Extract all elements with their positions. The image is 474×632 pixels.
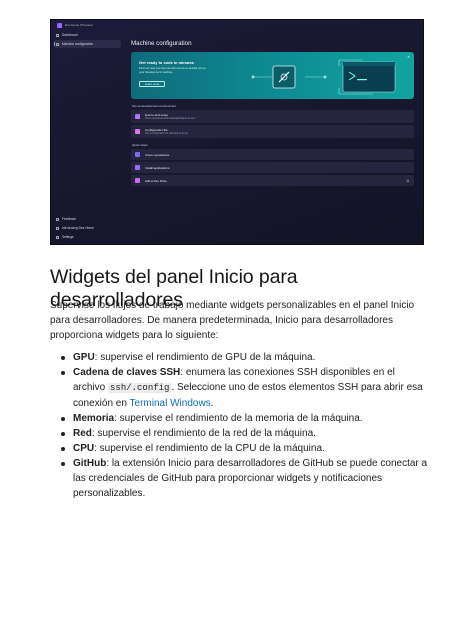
item-text: : supervise el rendimiento de la memoria… bbox=[114, 413, 363, 424]
item-term: CPU bbox=[73, 443, 95, 454]
app-title: Dev Home (Preview) bbox=[65, 23, 93, 27]
item-term: GPU bbox=[73, 352, 95, 363]
item-text: . bbox=[210, 398, 214, 409]
install-applications-row[interactable]: Install applications bbox=[131, 162, 414, 173]
list-item: Memoria: supervise el rendimiento de la … bbox=[50, 411, 428, 426]
item-term: Red bbox=[73, 428, 92, 439]
banner-illustration bbox=[251, 59, 396, 95]
list-item: CPU: supervise el rendimiento de la CPU … bbox=[50, 441, 428, 456]
clone-repositories-row[interactable]: Clone repositories bbox=[131, 149, 414, 160]
sidebar-item-label: Feedback bbox=[62, 217, 76, 221]
setup-section-label: Set up development environment bbox=[132, 104, 177, 108]
install-icon bbox=[135, 165, 140, 170]
row-title: Clone repositories bbox=[145, 152, 170, 157]
row-subtitle: Clone repositories and install applicati… bbox=[145, 117, 196, 120]
sidebar-item-settings[interactable]: Settings bbox=[54, 233, 121, 241]
row-title: Add a Dev Drive bbox=[145, 178, 167, 183]
app-icon bbox=[57, 22, 62, 28]
list-item: GPU: supervise el rendimiento de GPU de … bbox=[50, 350, 428, 365]
row-title: Configuration file bbox=[145, 128, 168, 133]
sidebar-item-label: Machine configuration bbox=[62, 42, 94, 46]
list-item: Cadena de claves SSH: enumera las conexi… bbox=[50, 365, 428, 411]
dev-home-screenshot: Dev Home (Preview) Dashboard Machine con… bbox=[50, 19, 424, 245]
sidebar-item-introducing[interactable]: Introducing Dev Home bbox=[54, 224, 121, 232]
item-term: Cadena de claves SSH bbox=[73, 367, 181, 378]
learn-more-button[interactable]: Learn more bbox=[139, 81, 166, 87]
sidebar-item-label: Introducing Dev Home bbox=[62, 226, 94, 230]
item-text: : supervise el rendimiento de GPU de la … bbox=[94, 352, 316, 363]
sidebar-item-label: Dashboard bbox=[62, 33, 78, 37]
get-started-banner: Get ready to code in minutes Find out ho… bbox=[131, 52, 414, 99]
machine-config-icon bbox=[56, 42, 59, 46]
item-term: Memoria bbox=[73, 413, 115, 424]
sidebar-item-feedback[interactable]: Feedback bbox=[54, 215, 121, 223]
banner-title: Get ready to code in minutes bbox=[139, 60, 194, 65]
page-title: Machine configuration bbox=[131, 40, 192, 47]
intro-paragraph: Supervise los flujos de trabajo mediante… bbox=[50, 300, 415, 341]
item-text: : la extensión Inicio para desarrollador… bbox=[73, 458, 428, 499]
banner-description: Find out how you can use Dev Home to qui… bbox=[139, 66, 206, 74]
main-content: Machine configuration Get ready to code … bbox=[131, 40, 414, 244]
row-title: Install applications bbox=[145, 165, 170, 170]
list-item: Red: supervise el rendimiento de la red … bbox=[50, 426, 428, 441]
configuration-file-row[interactable]: Configuration file Use a configuration f… bbox=[131, 125, 414, 138]
sidebar-item-machine-configuration[interactable]: Machine configuration bbox=[54, 40, 121, 48]
quick-steps-label: Quick steps bbox=[132, 143, 148, 147]
row-title: End-to-end setup bbox=[145, 113, 169, 118]
end-to-end-setup-row[interactable]: End-to-end setup Clone repositories and … bbox=[131, 110, 414, 123]
terminal-windows-link[interactable]: Terminal Windows bbox=[130, 398, 211, 409]
item-term: GitHub bbox=[73, 458, 107, 469]
dashboard-icon bbox=[56, 33, 59, 37]
info-icon bbox=[56, 226, 59, 230]
dev-drive-icon bbox=[135, 178, 140, 183]
sidebar-item-label: Settings bbox=[62, 235, 74, 239]
row-subtitle: Use a configuration file (WinGet) to set… bbox=[145, 132, 188, 135]
inline-code: ssh/.config bbox=[108, 383, 172, 393]
sidebar-item-dashboard[interactable]: Dashboard bbox=[54, 31, 121, 39]
item-text: : supervise el rendimiento de la CPU de … bbox=[94, 443, 325, 454]
setup-icon bbox=[135, 114, 140, 119]
add-dev-drive-row[interactable]: Add a Dev Drive ⧉ bbox=[131, 175, 414, 186]
settings-icon bbox=[56, 235, 59, 239]
item-text: : supervise el rendimiento de la red de … bbox=[91, 428, 316, 439]
feedback-icon bbox=[56, 217, 59, 221]
external-link-icon: ⧉ bbox=[406, 178, 410, 183]
list-item: GitHub: la extensión Inicio para desarro… bbox=[50, 456, 428, 501]
clone-icon bbox=[135, 152, 140, 157]
title-bar: Dev Home (Preview) bbox=[51, 20, 423, 30]
config-file-icon bbox=[135, 129, 140, 134]
widgets-list: GPU: supervise el rendimiento de GPU de … bbox=[50, 350, 428, 501]
sidebar: Dashboard Machine configuration Feedback… bbox=[51, 30, 124, 244]
